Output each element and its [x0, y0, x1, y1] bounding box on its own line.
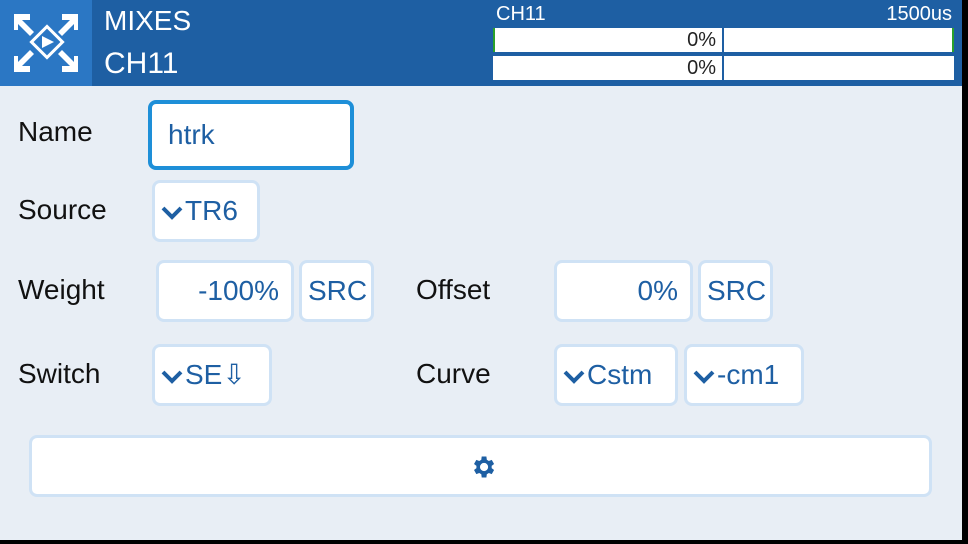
chevron-down-icon: [693, 370, 715, 384]
curve-label: Curve: [416, 358, 491, 389]
weight-value: -100%: [198, 275, 279, 306]
weight-src-label: SRC: [308, 275, 368, 306]
source-select[interactable]: TR6: [152, 180, 260, 242]
switch-select[interactable]: SE⇩: [152, 344, 272, 406]
app-logo-icon[interactable]: [0, 0, 92, 86]
channel-output-bar: 0%: [493, 28, 954, 52]
offset-src-label: SRC: [707, 275, 767, 306]
weight-label: Weight: [18, 274, 105, 305]
chevron-down-icon: [563, 370, 585, 384]
gear-icon: [474, 456, 495, 478]
channel-output-percent: 0%: [687, 29, 716, 51]
header-bar: MIXES CH11 CH11 1500us 0% 0%: [0, 0, 962, 86]
weight-src-button[interactable]: SRC: [299, 260, 374, 322]
screen: MIXES CH11 CH11 1500us 0% 0% Name htrk S…: [0, 0, 968, 544]
chevron-down-icon: [161, 370, 183, 384]
advanced-settings-button[interactable]: [29, 435, 932, 497]
name-input[interactable]: htrk: [148, 100, 354, 170]
offset-label: Offset: [416, 274, 491, 305]
offset-value: 0%: [637, 275, 678, 306]
source-label: Source: [18, 194, 107, 225]
mix-output-bar: 0%: [493, 56, 954, 80]
channel-label: CH11: [496, 3, 546, 25]
mix-output-percent: 0%: [687, 57, 716, 79]
curve-value: -cm1: [717, 359, 780, 390]
source-value: TR6: [185, 195, 238, 226]
offset-input[interactable]: 0%: [554, 260, 693, 322]
switch-label: Switch: [18, 358, 101, 389]
offset-src-button[interactable]: SRC: [698, 260, 773, 322]
weight-input[interactable]: -100%: [156, 260, 294, 322]
curve-type-select[interactable]: Cstm: [554, 344, 678, 406]
page-subtitle: CH11: [104, 47, 179, 80]
chevron-down-icon: [161, 206, 183, 220]
name-label: Name: [18, 116, 93, 147]
switch-value: SE⇩: [185, 359, 246, 390]
curve-value-select[interactable]: -cm1: [684, 344, 804, 406]
channel-value: 1500us: [886, 3, 952, 25]
name-value: htrk: [168, 119, 215, 150]
mix-edit-form: Name htrk Source TR6 Weight -100% SRC Of…: [0, 86, 962, 540]
curve-type-value: Cstm: [587, 359, 653, 390]
page-title: MIXES: [104, 5, 192, 36]
